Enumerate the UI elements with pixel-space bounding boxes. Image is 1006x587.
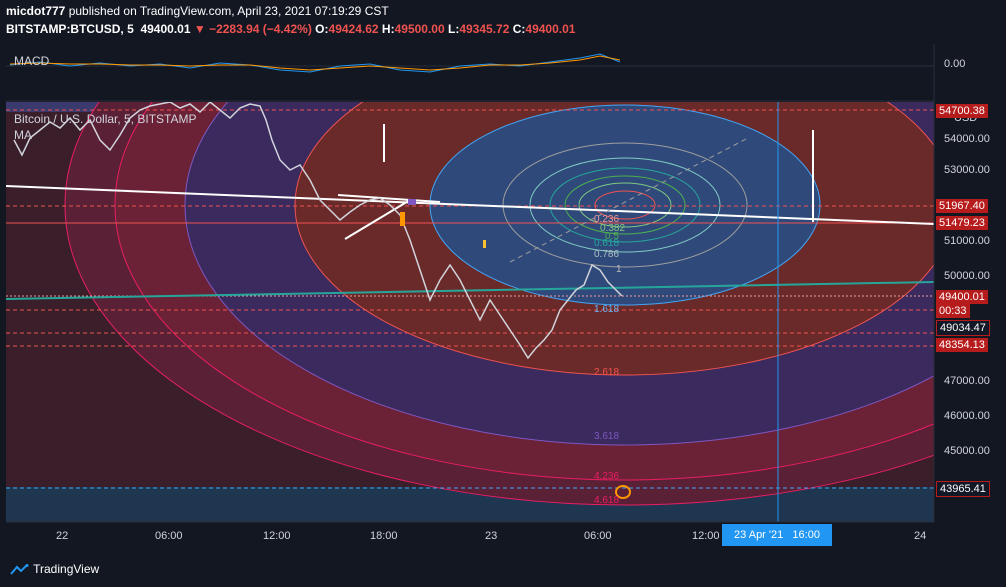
price-axis-label: 53000.00 <box>944 164 990 176</box>
tradingview-icon <box>10 563 29 575</box>
low-label: L: <box>448 22 460 36</box>
fib-label: 3.618 <box>594 431 619 442</box>
high-label: H: <box>381 22 395 36</box>
cursor-date: 23 Apr '21 <box>734 529 784 541</box>
price-tag: 43965.41 <box>936 481 990 497</box>
fib-label: 4.236 <box>594 471 619 482</box>
last-price: 49400.01 <box>140 22 191 36</box>
price-change: ▼ −2283.94 (−4.42%) <box>193 22 312 36</box>
publisher-name: micdot777 <box>6 4 66 18</box>
time-axis-label: 06:00 <box>584 530 612 542</box>
tradingview-logo[interactable]: TradingView <box>10 562 99 576</box>
symbol-label: BITSTAMP:BTCUSD, 5 <box>6 22 134 36</box>
macd-zero-label: 0.00 <box>944 58 966 70</box>
time-axis-label: 18:00 <box>370 530 398 542</box>
ohlc-header: BITSTAMP:BTCUSD, 5 49400.01 ▼ −2283.94 (… <box>6 22 575 36</box>
chart-canvas[interactable]: 0.236 0.382 0.5 0.618 0.786 1 1.618 2.61… <box>0 0 1006 587</box>
open-label: O: <box>315 22 329 36</box>
open-value: 49424.62 <box>328 22 379 36</box>
fib-label: 1.618 <box>594 304 619 315</box>
high-value: 49500.00 <box>394 22 445 36</box>
countdown-tag: 00:33 <box>936 304 970 318</box>
price-axis-label: 54000.00 <box>944 133 990 145</box>
publish-text: published on TradingView.com, April 23, … <box>68 4 389 18</box>
price-axis-label: 45000.00 <box>944 445 990 457</box>
fib-label: 0.786 <box>594 249 619 260</box>
current-price-tag: 49400.01 <box>936 290 988 304</box>
fib-label: 0.618 <box>594 238 619 249</box>
time-axis-label: 06:00 <box>155 530 183 542</box>
price-tag: 51967.40 <box>936 199 988 213</box>
publish-info: micdot777 published on TradingView.com, … <box>6 4 389 18</box>
footer <box>0 549 1006 587</box>
time-axis-label: 22 <box>56 530 69 542</box>
low-value: 49345.72 <box>459 22 510 36</box>
cursor-date-tag: 23 Apr '21 16:00 <box>722 524 832 546</box>
time-axis-label: 24 <box>914 530 927 542</box>
price-axis-label: 50000.00 <box>944 270 990 282</box>
chart-title[interactable]: Bitcoin / U.S. Dollar, 5, BITSTAMP <box>14 112 197 126</box>
price-tag: 54700.38 <box>936 104 988 118</box>
brand-text: TradingView <box>33 562 100 576</box>
price-axis-label: 47000.00 <box>944 375 990 387</box>
price-tag: 51479.23 <box>936 216 988 230</box>
time-axis-label: 12:00 <box>263 530 291 542</box>
fib-label: 4.618 <box>594 495 619 506</box>
price-tag: 48354.13 <box>936 338 988 352</box>
ma-label[interactable]: MA <box>14 128 32 142</box>
fib-label: 1 <box>616 264 622 275</box>
price-axis-label: 51000.00 <box>944 235 990 247</box>
close-value: 49400.01 <box>525 22 576 36</box>
price-axis-label: 46000.00 <box>944 410 990 422</box>
close-label: C: <box>512 22 526 36</box>
macd-label[interactable]: MACD <box>14 54 49 68</box>
time-axis-label: 12:00 <box>692 530 720 542</box>
macd-pane <box>6 44 934 100</box>
time-axis-label: 23 <box>485 530 498 542</box>
price-tag: 49034.47 <box>936 320 990 336</box>
fib-label: 2.618 <box>594 367 619 378</box>
cursor-time: 16:00 <box>792 529 820 541</box>
